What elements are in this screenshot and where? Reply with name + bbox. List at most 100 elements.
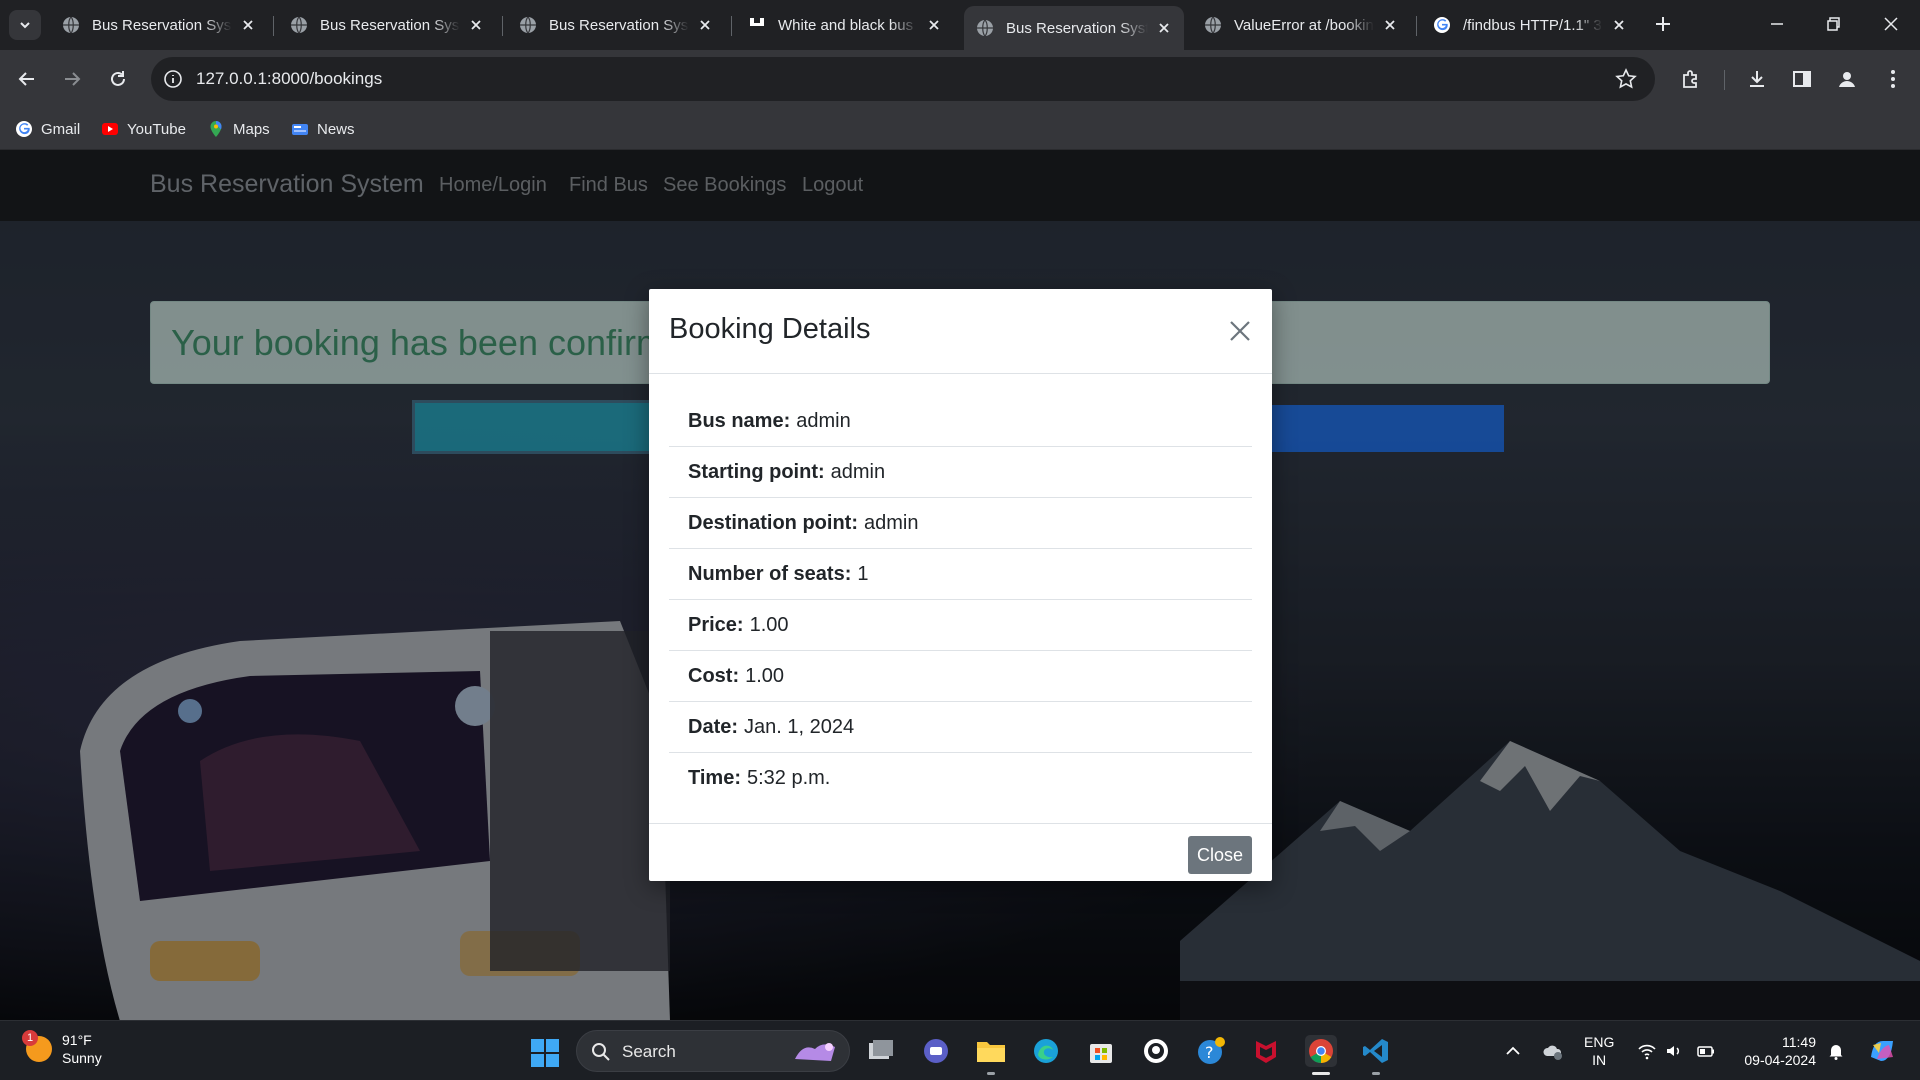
system-clock[interactable]: 11:49 09-04-2024 <box>1738 1033 1816 1069</box>
detail-label: Destination point: <box>688 511 858 534</box>
teams-chat-icon[interactable] <box>920 1035 952 1067</box>
search-icon <box>592 1043 610 1061</box>
browser-tab[interactable]: White and black bus <box>736 8 954 42</box>
view-details-button[interactable] <box>412 400 652 454</box>
chevron-up-icon[interactable] <box>1503 1041 1523 1061</box>
mcafee-icon[interactable] <box>1250 1035 1282 1067</box>
browser-tab[interactable]: ValueError at /bookings <box>1192 8 1410 42</box>
downloads-button[interactable] <box>1743 65 1771 93</box>
close-icon[interactable] <box>240 17 256 33</box>
url-text[interactable]: 127.0.0.1:8000/bookings <box>196 69 382 89</box>
notification-bell-icon[interactable] <box>1826 1041 1846 1061</box>
google-icon <box>16 121 32 137</box>
reload-button[interactable] <box>104 65 132 93</box>
clock-time: 11:49 <box>1782 1034 1816 1050</box>
extensions-button[interactable] <box>1677 65 1705 93</box>
side-panel-icon <box>1793 71 1811 87</box>
tab-search-button[interactable] <box>9 10 41 40</box>
bookmarks-bar: Gmail YouTube Maps News <box>0 108 1920 150</box>
close-button[interactable]: Close <box>1188 836 1252 874</box>
battery-icon[interactable] <box>1696 1041 1716 1061</box>
detail-value: admin <box>863 511 919 534</box>
file-explorer-icon[interactable] <box>975 1035 1007 1067</box>
bookmark-news[interactable]: News <box>291 117 355 141</box>
forward-button[interactable] <box>58 65 86 93</box>
site-info-icon[interactable] <box>163 69 183 89</box>
primary-action-button[interactable] <box>1270 405 1504 452</box>
bookmark-youtube[interactable]: YouTube <box>101 117 186 141</box>
more-vertical-icon <box>1891 70 1895 88</box>
bookmark-gmail[interactable]: Gmail <box>15 117 80 141</box>
close-icon[interactable] <box>1611 17 1627 33</box>
browser-toolbar: 127.0.0.1:8000/bookings <box>0 50 1920 108</box>
detail-number-of-seats: Number of seats: 1 <box>669 549 1252 600</box>
active-app-indicator <box>1312 1072 1330 1075</box>
close-icon[interactable] <box>697 17 713 33</box>
bookmark-maps[interactable]: Maps <box>207 117 270 141</box>
new-tab-plus-icon[interactable] <box>1651 12 1675 36</box>
taskbar-search[interactable]: Search <box>576 1030 850 1072</box>
close-icon[interactable] <box>468 17 484 33</box>
tab-title: Bus Reservation System <box>549 16 689 34</box>
detail-cost: Cost: 1.00 <box>669 651 1252 702</box>
region-code: IN <box>1592 1052 1607 1068</box>
github-icon[interactable] <box>1140 1035 1172 1067</box>
windows-start-icon[interactable] <box>530 1038 560 1068</box>
sun-icon: 1 <box>22 1030 52 1062</box>
chrome-icon[interactable] <box>1305 1035 1337 1067</box>
close-icon[interactable] <box>1382 17 1398 33</box>
wifi-icon[interactable] <box>1637 1041 1657 1061</box>
detail-time: Time: 5:32 p.m. <box>669 753 1252 804</box>
browser-tab[interactable]: Bus Reservation System <box>278 8 496 42</box>
browser-tab-active[interactable]: Bus Reservation System <box>964 6 1184 50</box>
profile-button[interactable] <box>1833 65 1861 93</box>
modal-footer: Close <box>649 823 1272 881</box>
close-icon[interactable] <box>1226 317 1254 345</box>
vscode-icon[interactable] <box>1360 1035 1392 1067</box>
edge-icon[interactable] <box>1030 1035 1062 1067</box>
youtube-icon <box>102 123 118 135</box>
web-page: Bus Reservation System Home/Login Find B… <box>0 150 1920 1020</box>
clock-date: 09-04-2024 <box>1744 1052 1816 1068</box>
address-bar[interactable]: 127.0.0.1:8000/bookings <box>151 57 1655 101</box>
detail-label: Starting point: <box>688 460 825 483</box>
minimize-icon[interactable] <box>1765 12 1789 36</box>
close-icon[interactable] <box>926 17 942 33</box>
task-view-icon[interactable] <box>865 1035 897 1067</box>
detail-destination-point: Destination point: admin <box>669 498 1252 549</box>
bookmark-label: News <box>317 120 355 138</box>
modal-header: Booking Details <box>649 289 1272 374</box>
copilot-icon[interactable] <box>1867 1037 1897 1065</box>
window-close-icon[interactable] <box>1879 12 1903 36</box>
tab-separator <box>731 16 732 36</box>
running-indicator <box>987 1072 995 1075</box>
tab-title: Bus Reservation System <box>1006 19 1148 37</box>
browser-tab[interactable]: Bus Reservation System <box>50 8 268 42</box>
detail-label: Time: <box>688 767 741 789</box>
detail-value: 5:32 p.m. <box>746 767 831 789</box>
microsoft-store-icon[interactable] <box>1085 1035 1117 1067</box>
browser-tab[interactable]: /findbus HTTP/1.1" 3 <box>1421 8 1639 42</box>
side-panel-button[interactable] <box>1788 65 1816 93</box>
detail-value: admin <box>830 460 886 483</box>
unsplash-icon <box>750 18 764 32</box>
input-language[interactable]: ENG IN <box>1584 1033 1614 1069</box>
onedrive-icon[interactable] <box>1543 1041 1563 1061</box>
detail-label: Price: <box>688 613 744 636</box>
booking-details-modal: Booking Details Bus name: admin Starting … <box>649 289 1272 881</box>
browser-menu-button[interactable] <box>1879 65 1907 93</box>
volume-icon[interactable] <box>1664 1041 1684 1061</box>
get-help-icon[interactable]: ? <box>1195 1035 1227 1067</box>
close-icon[interactable] <box>1156 20 1172 36</box>
tab-title: Bus Reservation System <box>320 16 460 34</box>
browser-tab[interactable]: Bus Reservation System <box>507 8 725 42</box>
weather-widget[interactable]: 1 91°F Sunny <box>22 1030 102 1067</box>
bookmark-label: YouTube <box>127 120 186 138</box>
bookmark-star-icon[interactable] <box>1615 68 1637 90</box>
back-button[interactable] <box>13 65 41 93</box>
maps-icon <box>210 121 222 137</box>
svg-text:?: ? <box>1205 1043 1214 1062</box>
restore-icon[interactable] <box>1821 12 1845 36</box>
tab-title: White and black bus <box>778 16 914 34</box>
weather-temperature: 91°F <box>62 1032 92 1048</box>
